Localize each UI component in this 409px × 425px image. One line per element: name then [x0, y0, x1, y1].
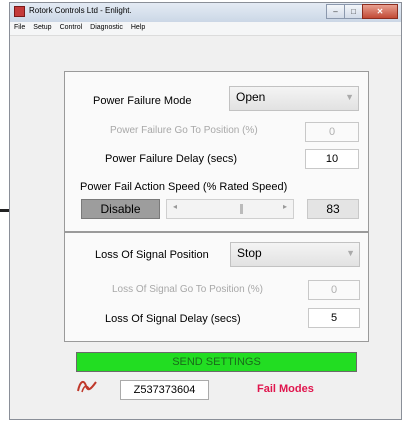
power-failure-delay-field[interactable]: 10 [305, 149, 359, 169]
loss-of-signal-position-label: Loss Of Signal Position [95, 249, 209, 261]
app-icon [14, 6, 25, 17]
menu-diagnostic[interactable]: Diagnostic [86, 22, 127, 35]
loss-of-signal-delay-label: Loss Of Signal Delay (secs) [105, 313, 241, 325]
title-bar: Rotork Controls Ltd - Enlight. – □ ✕ [10, 3, 401, 22]
rotork-logo-icon [77, 380, 97, 393]
window-title: Rotork Controls Ltd - Enlight. [29, 6, 132, 15]
loss-of-signal-goto-field[interactable]: 0 [308, 280, 360, 300]
menu-file[interactable]: File [10, 22, 29, 35]
power-failure-mode-label: Power Failure Mode [93, 95, 192, 107]
power-fail-speed-label: Power Fail Action Speed (% Rated Speed) [80, 181, 288, 193]
serial-number-field: Z537373604 [120, 380, 209, 400]
speed-slider[interactable]: ◂ ▸ [166, 199, 294, 219]
power-failure-mode-value: Open [236, 90, 266, 104]
power-failure-goto-label: Power Failure Go To Position (%) [110, 125, 258, 136]
menu-bar: File Setup Control Diagnostic Help [10, 22, 401, 36]
loss-of-signal-goto-label: Loss Of Signal Go To Position (%) [112, 284, 263, 295]
chevron-down-icon: ▼ [345, 92, 354, 102]
loss-of-signal-panel: Loss Of Signal Position Stop ▼ Loss Of S… [64, 232, 369, 342]
speed-value-field: 83 [307, 199, 359, 219]
power-failure-panel: Power Failure Mode Open ▼ Power Failure … [64, 71, 369, 232]
loss-of-signal-delay-field[interactable]: 5 [308, 308, 360, 328]
chevron-down-icon: ▼ [346, 248, 355, 258]
menu-control[interactable]: Control [56, 22, 87, 35]
power-failure-delay-label: Power Failure Delay (secs) [105, 153, 238, 165]
app-window: Rotork Controls Ltd - Enlight. – □ ✕ Fil… [9, 2, 402, 420]
window-controls: – □ ✕ [326, 4, 398, 19]
slider-right-arrow-icon[interactable]: ▸ [283, 202, 287, 211]
close-button[interactable]: ✕ [362, 4, 398, 19]
menu-setup[interactable]: Setup [29, 22, 55, 35]
loss-of-signal-position-dropdown[interactable]: Stop ▼ [230, 242, 360, 267]
disable-button[interactable]: Disable [81, 199, 160, 219]
slider-thumb[interactable] [240, 204, 243, 214]
maximize-button[interactable]: □ [344, 4, 363, 19]
slider-left-arrow-icon[interactable]: ◂ [173, 202, 177, 211]
page-label: Fail Modes [257, 383, 314, 395]
loss-of-signal-position-value: Stop [237, 246, 262, 260]
power-failure-goto-field[interactable]: 0 [305, 122, 359, 142]
minimize-button[interactable]: – [326, 4, 345, 19]
menu-help[interactable]: Help [127, 22, 149, 35]
send-settings-button[interactable]: SEND SETTINGS [76, 352, 357, 372]
power-failure-mode-dropdown[interactable]: Open ▼ [229, 86, 359, 111]
